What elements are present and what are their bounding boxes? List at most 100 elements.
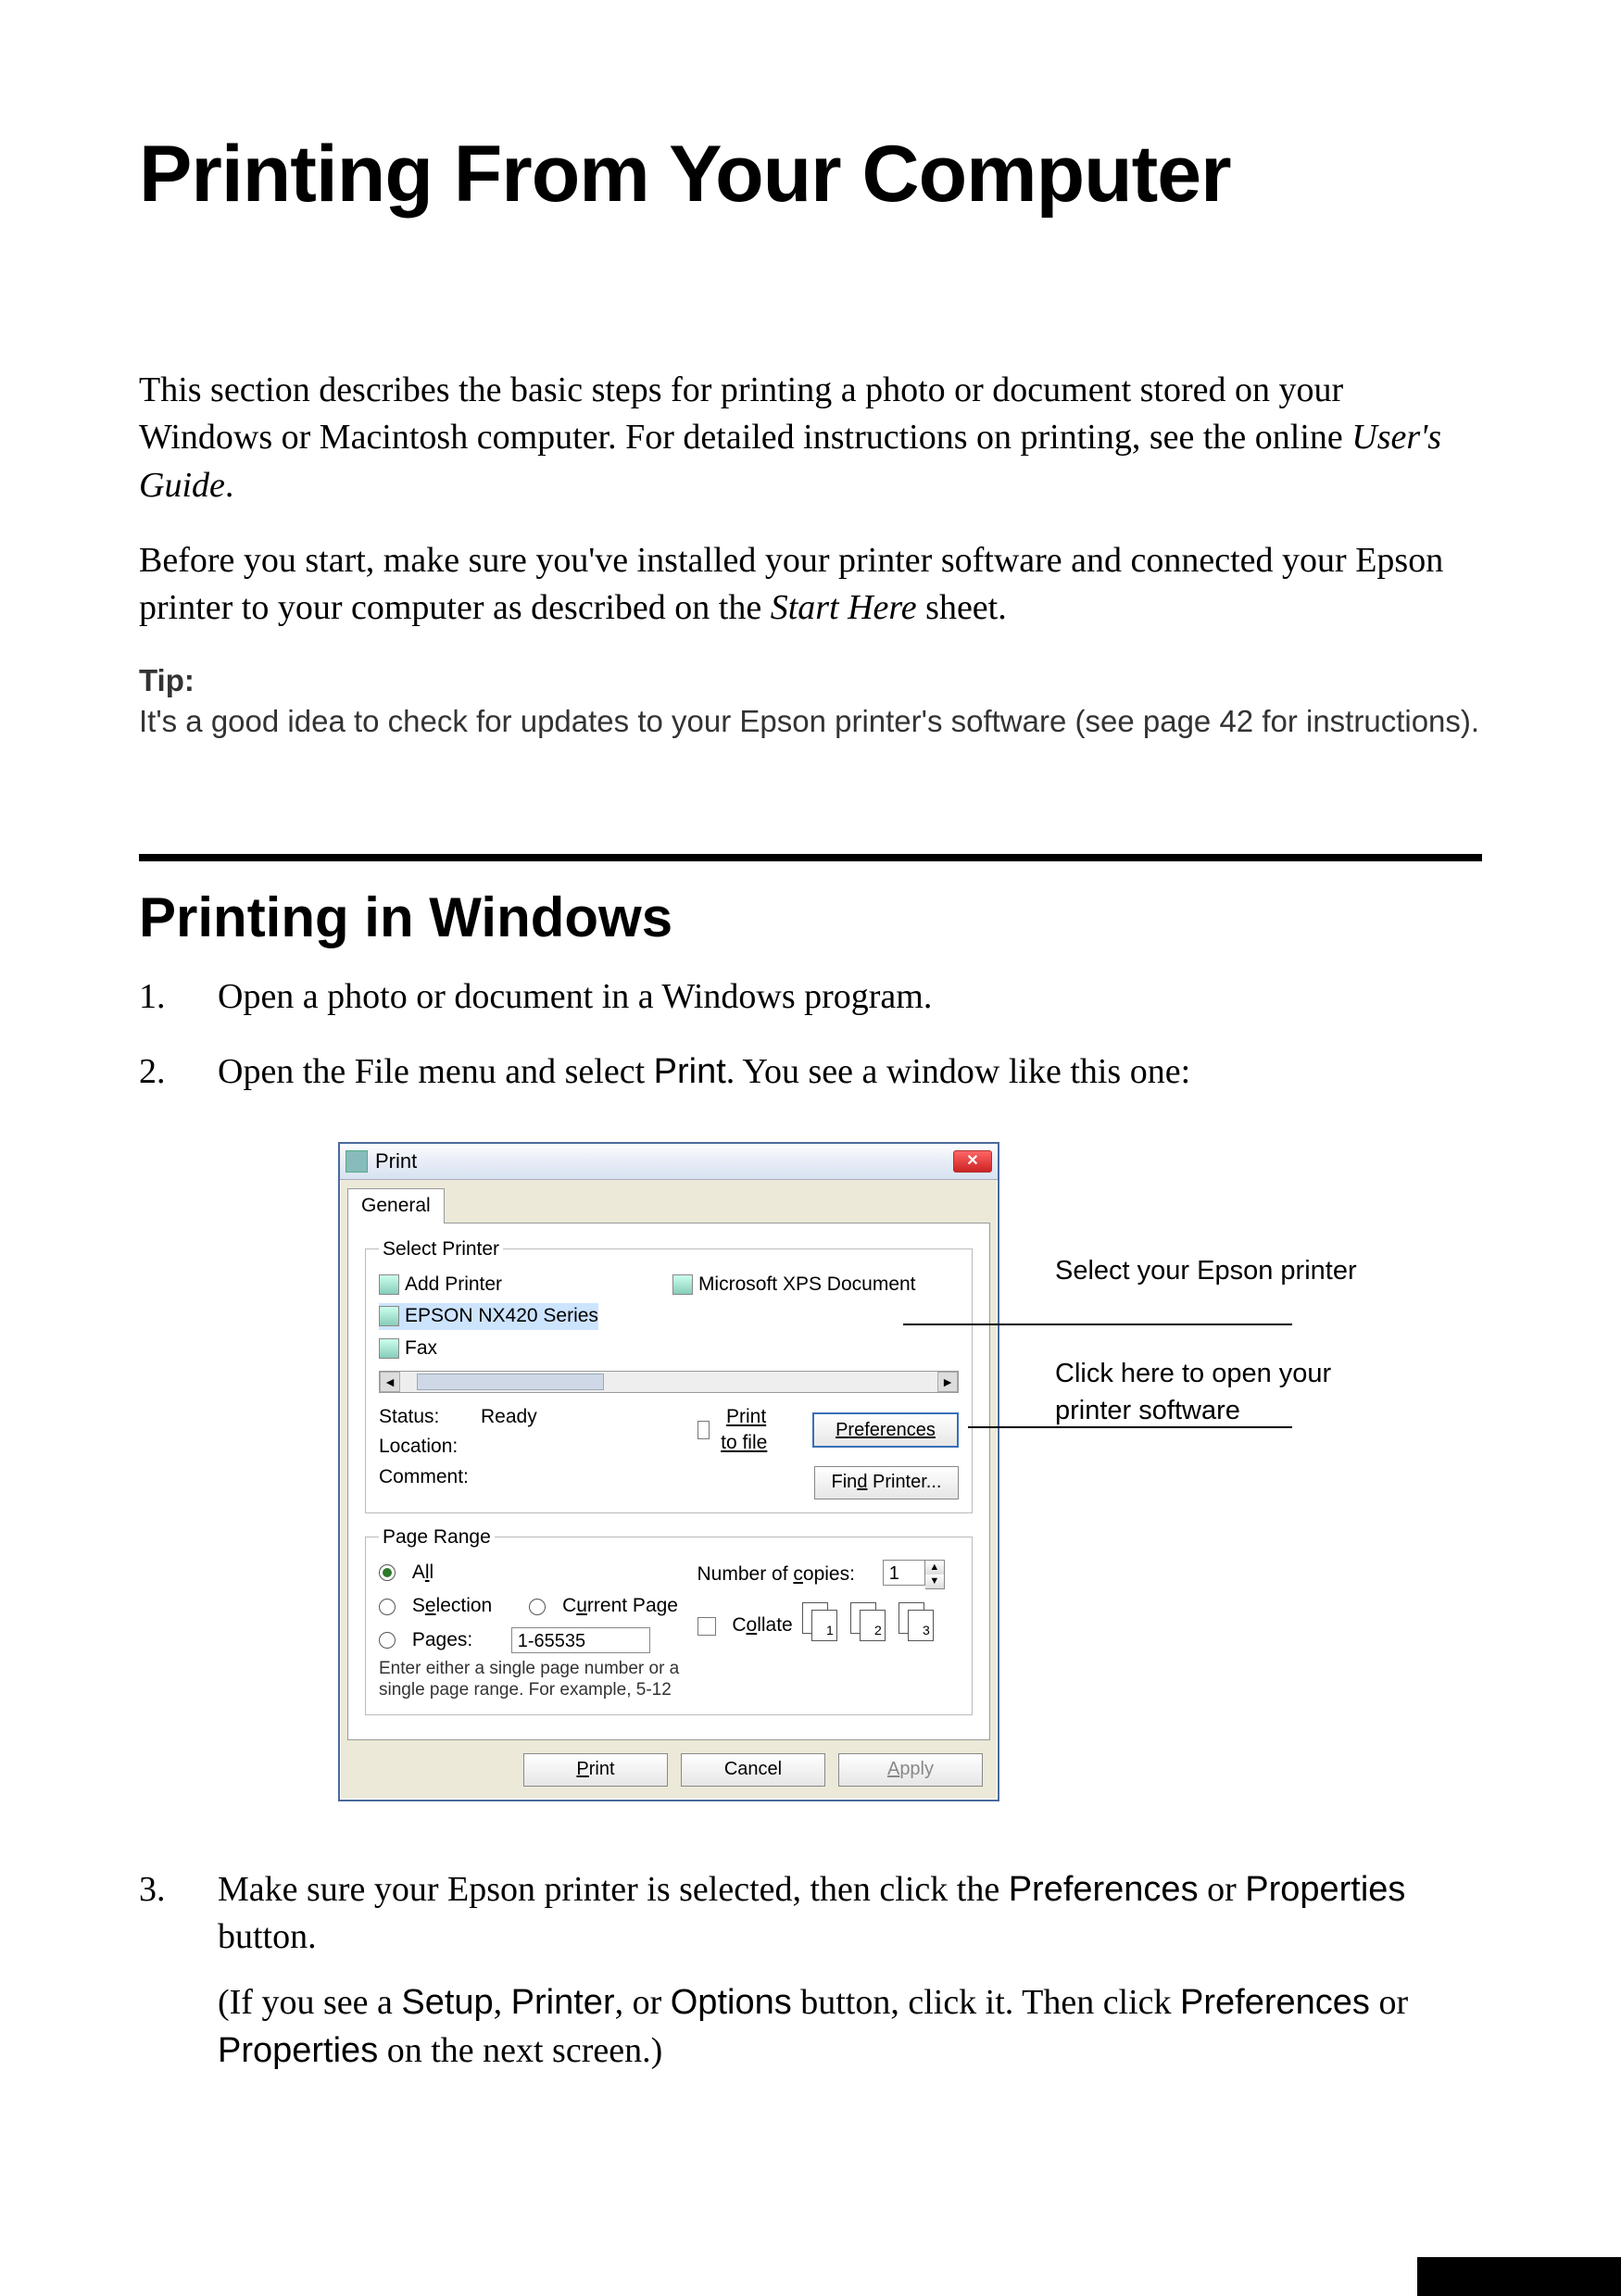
cancel-button[interactable]: Cancel — [681, 1753, 825, 1787]
ui-term: Setup — [401, 1983, 493, 2022]
copies-value[interactable]: 1 — [883, 1560, 925, 1586]
preferences-button[interactable]: Preferences — [812, 1412, 959, 1448]
intro-paragraph-2: Before you start, make sure you've insta… — [139, 537, 1482, 633]
text: This section describes the basic steps f… — [139, 370, 1351, 457]
scroll-right-button[interactable]: ► — [937, 1372, 958, 1392]
fax-icon — [379, 1338, 399, 1359]
status-label: Status: — [379, 1404, 481, 1430]
group-page-range: Page Range All Selection Cu — [365, 1524, 973, 1715]
text: (If you see a — [218, 1983, 401, 2022]
text: Open the File menu and select — [218, 1052, 654, 1091]
pages-input[interactable]: 1-65535 — [511, 1627, 650, 1653]
radio-all-label: All — [407, 1560, 434, 1586]
printer-list-scrollbar[interactable]: ◄ ► — [379, 1371, 959, 1393]
step-1: Open a photo or document in a Windows pr… — [139, 973, 1482, 1021]
tip-label: Tip: — [139, 663, 195, 697]
radio-current-page-label: Current Page — [557, 1593, 678, 1619]
section-heading: Printing in Windows — [139, 880, 1482, 955]
page-icon: 1 — [811, 1610, 837, 1641]
button-label: Find Printer... — [832, 1470, 942, 1495]
figure-print-dialog: Print ✕ General Select Printer Add Print… — [338, 1142, 1482, 1800]
group-select-printer: Select Printer Add Printer EPSON NX420 S… — [365, 1236, 973, 1513]
spin-down-icon[interactable]: ▼ — [925, 1575, 944, 1588]
printer-item-xps[interactable]: Microsoft XPS Document — [672, 1272, 916, 1298]
radio-all[interactable] — [379, 1564, 396, 1581]
print-to-file-checkbox[interactable] — [697, 1421, 710, 1439]
scroll-left-button[interactable]: ◄ — [380, 1372, 400, 1392]
printer-item-fax[interactable]: Fax — [379, 1336, 598, 1361]
text: Print to file — [721, 1406, 767, 1453]
printer-icon — [379, 1306, 399, 1326]
radio-pages[interactable] — [379, 1632, 396, 1649]
text: Make sure your Epson printer is selected… — [218, 1870, 1009, 1909]
tip-body: It's a good idea to check for updates to… — [139, 704, 1479, 738]
scroll-thumb[interactable] — [417, 1374, 604, 1390]
page-title: Printing From Your Computer — [139, 120, 1482, 228]
text: , — [494, 1983, 511, 2022]
pages-help-text: Enter either a single page number or a s… — [379, 1659, 681, 1701]
printer-icon — [346, 1150, 368, 1173]
step-3: Make sure your Epson printer is selected… — [139, 1866, 1482, 2075]
close-button[interactable]: ✕ — [953, 1150, 992, 1173]
ui-term: Print — [654, 1052, 726, 1091]
radio-pages-label: Pages: — [407, 1627, 472, 1653]
printer-item-epson[interactable]: EPSON NX420 Series — [379, 1303, 598, 1329]
text: button. — [218, 1917, 317, 1956]
tab-general[interactable]: General — [347, 1188, 445, 1223]
dialog-titlebar[interactable]: Print ✕ — [340, 1144, 998, 1180]
ui-term: Properties — [1245, 1870, 1405, 1909]
printer-icon — [672, 1274, 693, 1295]
text: on the next screen.) — [378, 2031, 662, 2070]
ui-term: Properties — [218, 2031, 378, 2070]
printer-item-add[interactable]: Add Printer — [379, 1272, 598, 1298]
collate-checkbox[interactable] — [697, 1617, 716, 1636]
tip-block: Tip: It's a good idea to check for updat… — [139, 660, 1482, 743]
dialog-button-row: Print Cancel Apply — [340, 1740, 998, 1800]
printer-label: EPSON NX420 Series — [405, 1303, 598, 1329]
thumb-index-bar — [1417, 2257, 1621, 2296]
ui-term: Preferences — [1180, 1983, 1370, 2022]
text: Open a photo or document in a Windows pr… — [218, 977, 932, 1016]
radio-selection-label: Selection — [407, 1593, 492, 1619]
copies-spinner[interactable]: 1 ▲▼ — [883, 1560, 945, 1589]
text: . — [225, 466, 234, 505]
copies-label: Number of copies: — [697, 1562, 855, 1587]
callout-select-printer: Select your Epson printer — [1055, 1253, 1407, 1289]
collate-label: Collate — [727, 1612, 793, 1638]
radio-current-page[interactable] — [529, 1599, 546, 1615]
find-printer-button[interactable]: Find Printer... — [814, 1466, 959, 1499]
ui-term: Preferences — [1009, 1870, 1199, 1909]
text: button, click it. Then click — [792, 1983, 1180, 2022]
text: or — [1370, 1983, 1408, 2022]
collate-illustration: 11 22 33 — [802, 1602, 936, 1639]
add-printer-icon — [379, 1274, 399, 1295]
section-rule — [139, 854, 1482, 861]
text: sheet. — [917, 588, 1007, 627]
print-button[interactable]: Print — [523, 1753, 668, 1787]
button-label: Print — [576, 1757, 614, 1782]
printer-label: Add Printer — [405, 1272, 502, 1298]
text: or — [1199, 1870, 1246, 1909]
group-label: Select Printer — [379, 1236, 503, 1262]
radio-selection[interactable] — [379, 1599, 396, 1615]
page-icon: 3 — [908, 1610, 934, 1641]
dialog-title: Print — [375, 1148, 953, 1175]
status-value: Ready — [481, 1404, 697, 1430]
group-label: Page Range — [379, 1524, 495, 1550]
print-to-file-label: Print to file — [721, 1404, 779, 1457]
tab-page-general: Select Printer Add Printer EPSON NX420 S… — [347, 1223, 990, 1740]
spin-up-icon[interactable]: ▲ — [925, 1561, 944, 1575]
printer-label: Fax — [405, 1336, 437, 1361]
text: , or — [615, 1983, 671, 2022]
callout-open-software: Click here to open your printer software — [1055, 1356, 1407, 1428]
location-label: Location: — [379, 1434, 481, 1460]
apply-button[interactable]: Apply — [838, 1753, 983, 1787]
button-label: Apply — [887, 1757, 934, 1782]
printer-label: Microsoft XPS Document — [698, 1272, 916, 1298]
ui-term: Printer — [511, 1983, 615, 2022]
ui-term: Options — [671, 1983, 792, 2022]
steps-list: Open a photo or document in a Windows pr… — [139, 973, 1482, 2075]
print-dialog: Print ✕ General Select Printer Add Print… — [338, 1142, 999, 1800]
text: . You see a window like this one: — [726, 1052, 1190, 1091]
page-icon: 2 — [860, 1610, 886, 1641]
